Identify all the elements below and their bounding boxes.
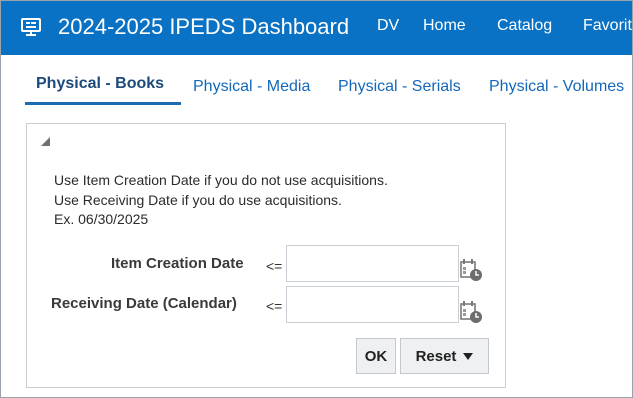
dashboard-title: 2024-2025 IPEDS Dashboard (58, 14, 350, 39)
tab-physical-volumes[interactable]: Physical - Volumes (489, 78, 624, 96)
nav-favorites[interactable]: Favorit (583, 17, 632, 35)
dashboard-monitor-icon[interactable] (20, 16, 42, 38)
hint-line-1: Use Item Creation Date if you do not use… (54, 172, 388, 188)
item-creation-date-operator: <= (266, 258, 283, 274)
calendar-clock-icon[interactable] (460, 300, 484, 324)
nav-dv[interactable]: DV (377, 17, 399, 35)
nav-catalog[interactable]: Catalog (497, 17, 552, 35)
ok-button[interactable]: OK (356, 338, 396, 374)
receiving-date-label: Receiving Date (Calendar) (51, 295, 237, 312)
header-bar: 2024-2025 IPEDS Dashboard DV Home Catalo… (1, 1, 632, 55)
reset-button[interactable]: Reset (400, 338, 489, 374)
calendar-clock-icon[interactable] (460, 258, 484, 282)
receiving-date-input[interactable] (286, 286, 459, 323)
tab-physical-serials[interactable]: Physical - Serials (338, 78, 461, 96)
caret-down-icon (463, 352, 474, 360)
nav-home[interactable]: Home (423, 17, 466, 35)
reset-button-label: Reset (415, 347, 457, 365)
hint-line-2: Use Receiving Date if you do use acquisi… (54, 192, 342, 208)
app-frame: 2024-2025 IPEDS Dashboard DV Home Catalo… (0, 0, 633, 398)
active-tab-indicator (25, 102, 181, 105)
ok-button-label: OK (364, 347, 388, 365)
prompt-panel: Use Item Creation Date if you do not use… (26, 123, 506, 388)
item-creation-date-input[interactable] (286, 245, 459, 282)
dashboard-page-tabs: Physical - Books Physical - Media Physic… (1, 55, 632, 111)
hint-line-3: Ex. 06/30/2025 (54, 211, 149, 227)
item-creation-date-label: Item Creation Date (111, 255, 244, 272)
receiving-date-operator: <= (266, 298, 283, 314)
tab-physical-books[interactable]: Physical - Books (36, 75, 164, 93)
tab-physical-media[interactable]: Physical - Media (193, 78, 310, 96)
collapse-triangle-icon[interactable] (41, 137, 50, 146)
